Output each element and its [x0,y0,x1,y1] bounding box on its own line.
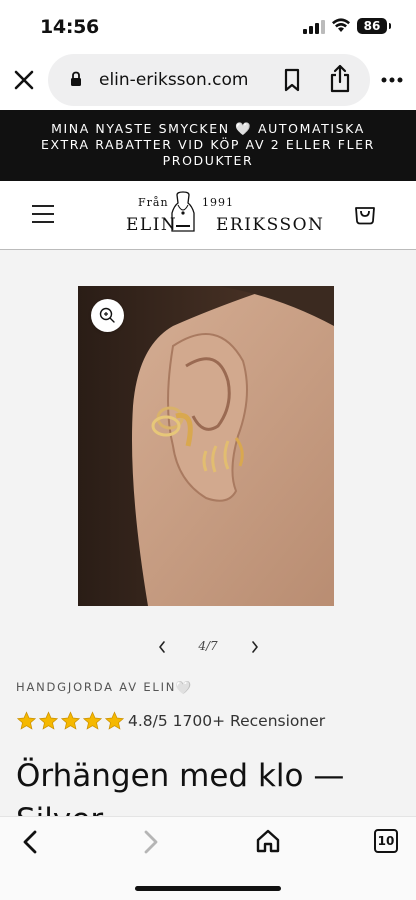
rating-summary[interactable]: 4.8/5 1700+ Recensioner [16,710,416,734]
forward-icon[interactable] [139,829,161,855]
star-icon [60,711,81,730]
promo-line-3: PRODUKTER [162,153,254,168]
promo-banner[interactable]: MINA NYASTE SMYCKEN 🤍 AUTOMATISKA EXTRA … [0,110,416,181]
home-indicator [135,886,281,891]
star-icon [16,711,37,730]
tabs-button[interactable]: 10 [374,829,398,853]
battery-indicator: 86 [357,18,391,34]
menu-icon[interactable] [32,205,54,223]
star-icon [38,711,59,730]
vendor-heart: 🤍 [175,680,192,695]
rating-stars [16,710,125,732]
close-icon[interactable] [10,66,38,94]
signal-icon [303,20,325,34]
status-bar: 14:56 86 [0,0,416,52]
ear-photo [78,286,334,606]
address-bar[interactable]: elin-eriksson.com [48,54,370,106]
rating-text: 4.8/5 1700+ Recensioner [128,712,326,730]
lock-icon [71,71,81,86]
wifi-icon [332,18,350,32]
more-icon[interactable] [380,76,404,84]
status-time: 14:56 [40,16,99,38]
image-counter: 4/7 [198,639,218,653]
url-text: elin-eriksson.com [99,70,249,90]
star-icon [104,711,125,730]
bookmark-icon[interactable] [282,68,302,92]
product-section: 4/7 HANDGJORDA AV ELIN 🤍 4.8/5 1700+ Rec… [0,250,416,838]
promo-line-1: MINA NYASTE SMYCKEN 🤍 AUTOMATISKA [51,121,365,136]
site-logo[interactable]: Från 1991 ELIN ERIKSSON [118,189,323,245]
promo-line-2: EXTRA RABATTER VID KÖP AV 2 ELLER FLER [41,137,375,152]
image-pager: 4/7 [0,636,416,658]
product-image[interactable] [78,286,334,606]
logo-from: Från [138,196,169,209]
browser-bar: elin-eriksson.com [0,52,416,108]
star-icon [82,711,103,730]
cart-icon[interactable] [354,201,376,225]
browser-toolbar: 10 [0,816,416,900]
site-header: Från 1991 ELIN ERIKSSON [0,181,416,250]
chevron-left-icon[interactable] [155,638,169,656]
logo-name-last: ERIKSSON [216,215,325,235]
logo-name-first: ELIN [126,215,178,235]
chevron-right-icon[interactable] [248,638,262,656]
back-icon[interactable] [20,829,42,855]
home-icon[interactable] [255,828,281,854]
share-icon[interactable] [328,64,352,94]
zoom-button[interactable] [91,299,124,332]
vendor-label: HANDGJORDA AV ELIN [16,680,177,694]
logo-year: 1991 [202,196,234,209]
zoom-icon [99,307,115,323]
